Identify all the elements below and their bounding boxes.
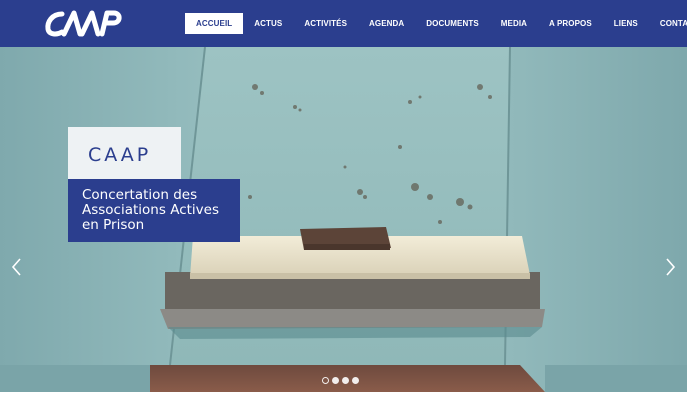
slider-prev-button[interactable] <box>8 255 24 279</box>
nav-item-media[interactable]: MEDIA <box>490 13 538 34</box>
main-nav: ACCUEIL ACTUS ACTIVITÉS AGENDA DOCUMENTS… <box>185 13 687 34</box>
slide-caption-subtitle-box: Concertation des Associations Actives en… <box>68 179 240 242</box>
nav-item-liens[interactable]: LIENS <box>603 13 649 34</box>
slider-pagination <box>322 377 359 384</box>
nav-item-activites[interactable]: ACTIVITÉS <box>293 13 358 34</box>
slide-caption-title: CAAP <box>88 144 152 166</box>
chevron-right-icon <box>666 258 676 276</box>
nav-item-actus[interactable]: ACTUS <box>243 13 293 34</box>
slide-caption-subtitle: Concertation des Associations Actives en… <box>82 187 219 233</box>
slider-dot-2[interactable] <box>332 377 339 384</box>
nav-item-contact[interactable]: CONTACT <box>649 13 687 34</box>
nav-item-documents[interactable]: DOCUMENTS <box>415 13 489 34</box>
site-header: ACCUEIL ACTUS ACTIVITÉS AGENDA DOCUMENTS… <box>0 0 687 47</box>
slider-dot-4[interactable] <box>352 377 359 384</box>
chevron-left-icon <box>11 258 21 276</box>
slider-next-button[interactable] <box>663 255 679 279</box>
slide-caption-title-box: CAAP <box>68 127 181 179</box>
nav-item-agenda[interactable]: AGENDA <box>358 13 415 34</box>
nav-item-accueil[interactable]: ACCUEIL <box>185 13 244 34</box>
slider-dot-1[interactable] <box>322 377 329 384</box>
page-bottom-strip <box>0 392 687 412</box>
caap-logo[interactable] <box>44 8 126 38</box>
slider-dot-3[interactable] <box>342 377 349 384</box>
nav-item-a-propos[interactable]: A PROPOS <box>538 13 603 34</box>
